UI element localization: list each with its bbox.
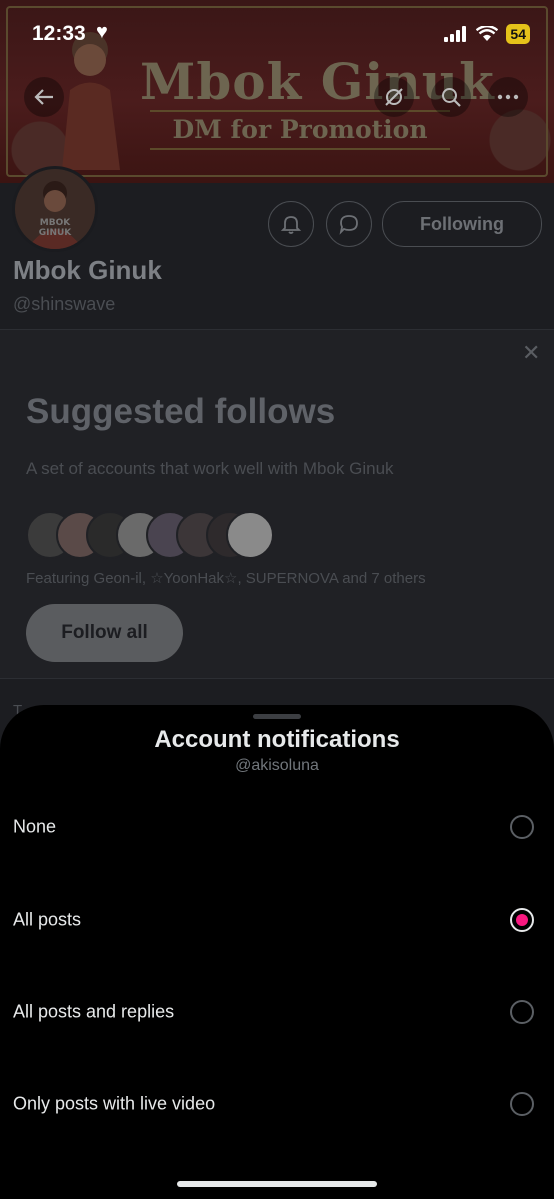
- follow-all-button[interactable]: Follow all: [26, 604, 183, 662]
- account-notifications-sheet: Account notifications @akisoluna None Al…: [0, 705, 554, 1199]
- following-button[interactable]: Following: [382, 201, 542, 247]
- search-button[interactable]: [431, 77, 471, 117]
- more-dots-icon: [497, 94, 519, 100]
- bell-settings-icon: [280, 216, 302, 234]
- sheet-subtitle: @akisoluna: [235, 757, 319, 774]
- grok-button[interactable]: [374, 77, 414, 117]
- suggested-title: Suggested follows: [26, 392, 336, 431]
- grok-icon: [385, 88, 403, 106]
- profile-name: Mbok Ginuk: [13, 255, 162, 285]
- option-label: All posts and replies: [13, 1001, 175, 1022]
- option-label: All posts: [13, 909, 82, 930]
- search-icon: [442, 88, 461, 107]
- avatar-text-2: GINUK: [39, 228, 73, 238]
- wifi-icon: [476, 26, 499, 41]
- option-all-posts-and-replies[interactable]: All posts and replies: [0, 966, 554, 1058]
- profile-avatar[interactable]: MBOK GINUK: [12, 166, 98, 252]
- option-live-video[interactable]: Only posts with live video: [0, 1058, 554, 1150]
- avatar-illustration: MBOK GINUK: [15, 169, 95, 249]
- battery-indicator: 54: [506, 24, 530, 44]
- option-label: None: [13, 816, 57, 837]
- back-arrow-icon: [34, 89, 53, 105]
- notifications-button[interactable]: [268, 201, 314, 247]
- option-label: Only posts with live video: [13, 1093, 216, 1114]
- cellular-signal-icon: [444, 26, 467, 42]
- status-bar: 12:33 ♥ 54: [0, 0, 554, 70]
- status-icons: 54: [444, 24, 530, 44]
- divider: [0, 678, 554, 679]
- screen: Mbok Ginuk DM for Promotion 12:33 ♥ 54 M…: [0, 0, 554, 1199]
- status-time: 12:33: [32, 22, 86, 45]
- suggested-description: A set of accounts that work well with Mb…: [26, 459, 394, 478]
- back-button[interactable]: [24, 77, 64, 117]
- profile-handle: @shinswave: [13, 294, 116, 314]
- suggested-avatars: [26, 511, 286, 559]
- sheet-title: Account notifications: [154, 726, 400, 753]
- option-none[interactable]: None: [0, 781, 554, 873]
- home-indicator[interactable]: [177, 1181, 377, 1187]
- avatar-text-1: MBOK: [40, 218, 71, 228]
- radio-button-selected[interactable]: [510, 908, 534, 932]
- heart-icon: ♥: [96, 21, 108, 43]
- radio-button[interactable]: [510, 1092, 534, 1116]
- more-button[interactable]: [488, 77, 528, 117]
- option-all-posts[interactable]: All posts: [0, 874, 554, 966]
- radio-button[interactable]: [510, 815, 534, 839]
- banner-subtitle: DM for Promotion: [150, 110, 450, 150]
- close-icon[interactable]: ✕: [522, 340, 540, 366]
- suggested-avatar: [226, 511, 274, 559]
- suggested-featuring: Featuring Geon-il, ☆YoonHak☆, SUPERNOVA …: [26, 570, 426, 587]
- sheet-grabber[interactable]: [253, 714, 301, 719]
- message-button[interactable]: [326, 201, 372, 247]
- radio-button[interactable]: [510, 1000, 534, 1024]
- chat-bubble-icon: [339, 215, 358, 235]
